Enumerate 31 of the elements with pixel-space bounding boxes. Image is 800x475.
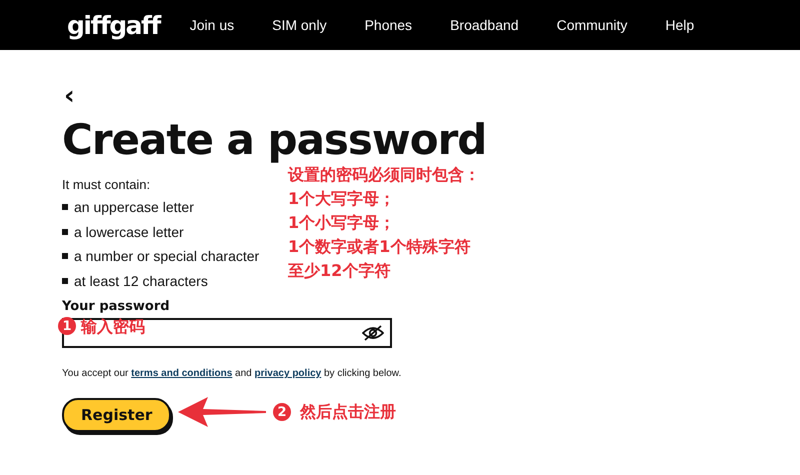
nav-link[interactable]: Community: [556, 17, 628, 33]
step-badge: 2: [273, 403, 291, 421]
page-title: Create a password: [62, 115, 488, 165]
privacy-link[interactable]: privacy policy: [254, 368, 322, 379]
arrow-icon: [178, 397, 266, 427]
annotation-text: 输入密码: [81, 317, 145, 338]
bullet-icon: [62, 204, 68, 210]
bullet-icon: [62, 228, 68, 235]
nav-link[interactable]: Phones: [364, 17, 412, 33]
register-button[interactable]: Register: [62, 398, 172, 432]
step-badge: 1: [58, 317, 76, 335]
bullet-icon: [62, 278, 68, 284]
requirement-text: a lowercase letter: [74, 224, 184, 240]
annotation-note: 设置的密码必须同时包含： 1个大写字母； 1个小写字母； 1个数字或者1个特殊字符 至少12个字符: [288, 164, 480, 282]
annotation-text: 然后点击注册: [300, 402, 396, 423]
eye-slash-icon[interactable]: [362, 325, 384, 341]
legal-text: You accept our terms and conditions and privacy policy by clicking below.: [62, 368, 402, 379]
field-label: Your password: [62, 299, 171, 314]
password-field[interactable]: [62, 318, 392, 348]
requirement-text: at least 12 characters: [74, 272, 208, 289]
bullet-icon: [62, 253, 68, 260]
back-button[interactable]: ‹: [64, 86, 75, 106]
nav-link[interactable]: Help: [665, 17, 694, 33]
terms-link[interactable]: terms and conditions: [131, 368, 232, 379]
nav-link[interactable]: Join us: [190, 17, 234, 33]
requirement-text: an uppercase letter: [74, 199, 194, 216]
requirement-text: a number or special character: [74, 248, 260, 264]
logo[interactable]: giffgaff: [67, 10, 160, 40]
nav-link[interactable]: Broadband: [450, 17, 519, 33]
nav-link[interactable]: SIM only: [272, 17, 327, 33]
requirements-intro: It must contain:: [62, 177, 152, 192]
